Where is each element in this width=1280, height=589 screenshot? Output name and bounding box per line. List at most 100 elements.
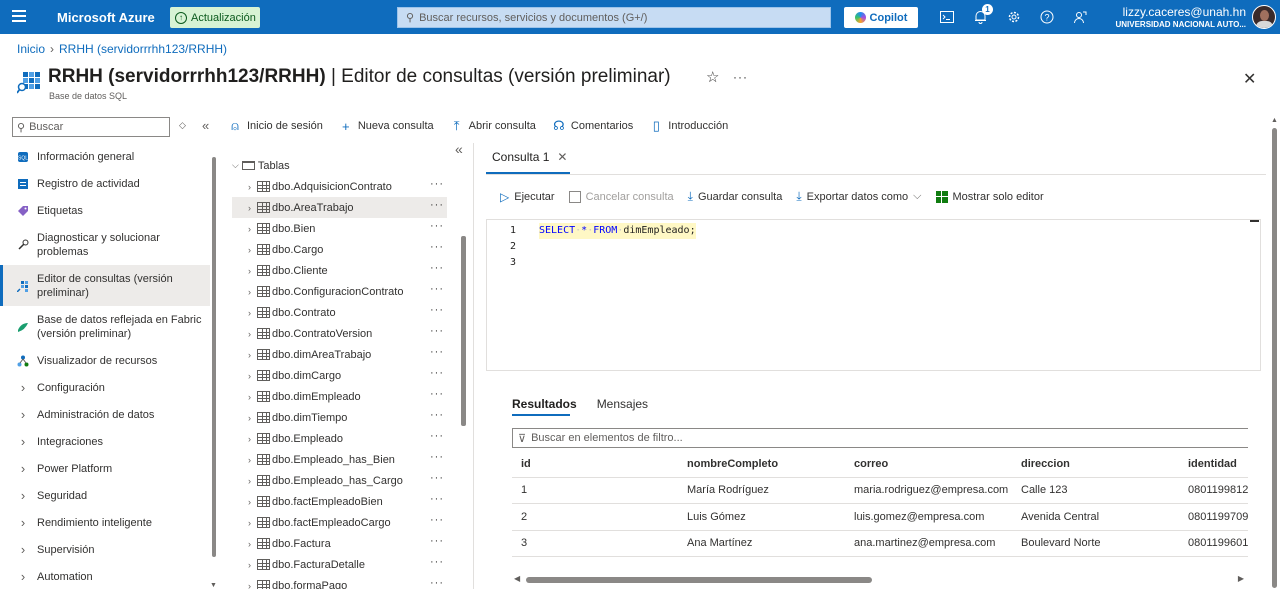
favorite-star-icon[interactable]: ☆	[706, 68, 719, 86]
table-cell[interactable]: Boulevard Norte	[1012, 530, 1179, 557]
chevron-right-icon[interactable]: ›	[248, 476, 257, 486]
chevron-right-icon[interactable]: ›	[248, 518, 257, 528]
sidebar-item[interactable]: Etiquetas	[0, 197, 210, 224]
login-button[interactable]: ⍝ Inicio de sesión	[228, 118, 323, 134]
tree-node-table[interactable]: › dbo.Cargo ···	[232, 239, 447, 260]
sidebar-item[interactable]: › Power Platform	[0, 455, 210, 482]
table-cell[interactable]: luis.gomez@empresa.com	[845, 503, 1012, 531]
more-options-icon[interactable]: ···	[430, 452, 444, 463]
table-cell[interactable]: Luis Gómez	[678, 503, 845, 531]
avatar[interactable]	[1252, 5, 1276, 29]
tree-node-table[interactable]: › dbo.factEmpleadoCargo ···	[232, 512, 447, 533]
tree-node-table[interactable]: › dbo.ContratoVersion ···	[232, 323, 447, 344]
more-options-icon[interactable]: ···	[430, 326, 444, 337]
tree-node-table[interactable]: › dbo.Empleado_has_Cargo ···	[232, 470, 447, 491]
more-options-icon[interactable]: ···	[430, 515, 444, 526]
chevron-right-icon[interactable]: ›	[248, 581, 257, 589]
column-header[interactable]: nombreCompleto	[678, 452, 845, 478]
tree-node-table[interactable]: › dbo.factEmpleadoBien ···	[232, 491, 447, 512]
update-button[interactable]: ↑ Actualización	[170, 7, 260, 28]
more-options-icon[interactable]: ···	[430, 368, 444, 379]
tree-node-table[interactable]: › dbo.dimAreaTrabajo ···	[232, 344, 447, 365]
more-options-icon[interactable]: ···	[430, 494, 444, 505]
column-header[interactable]: correo	[845, 452, 1012, 478]
run-button[interactable]: ▷ Ejecutar	[500, 190, 555, 204]
chevron-right-icon[interactable]: ›	[248, 182, 257, 192]
sidebar-item[interactable]: Registro de actividad	[0, 170, 210, 197]
close-icon[interactable]: ✕	[1243, 69, 1256, 89]
pane-divider[interactable]	[473, 143, 474, 589]
chevron-right-icon[interactable]: ›	[248, 245, 257, 255]
table-cell[interactable]: Avenida Central	[1012, 503, 1179, 531]
table-cell[interactable]: 08011998123	[1179, 477, 1248, 504]
copilot-button[interactable]: Copilot	[844, 7, 918, 28]
table-cell[interactable]: Ana Martínez	[678, 530, 845, 557]
tree-node-table[interactable]: › dbo.Empleado ···	[232, 428, 447, 449]
editor-only-button[interactable]: Mostrar solo editor	[935, 190, 1044, 203]
table-row[interactable]: 2 Luis Gómez luis.gomez@empresa.com Avenida…	[512, 503, 1248, 531]
feedback-person-icon[interactable]	[1072, 9, 1088, 25]
help-icon[interactable]: ?	[1039, 9, 1055, 25]
tree-node-table[interactable]: › dbo.formaPago ···	[232, 575, 447, 589]
tab-query-1[interactable]: Consulta 1 ✕	[492, 150, 567, 164]
table-cell[interactable]: María Rodríguez	[678, 477, 845, 504]
export-data-dropdown[interactable]: ⤓ Exportar datos como ⌵	[796, 189, 921, 204]
column-header[interactable]: id	[512, 452, 678, 478]
sidebar-item[interactable]: › Rendimiento inteligente	[0, 509, 210, 536]
more-options-icon[interactable]: ···	[733, 70, 748, 84]
tree-node-table[interactable]: › dbo.dimCargo ···	[232, 365, 447, 386]
collapse-sidebar-icon[interactable]: «	[202, 118, 209, 133]
tree-node-table[interactable]: › dbo.Factura ···	[232, 533, 447, 554]
more-options-icon[interactable]: ···	[430, 557, 444, 568]
chevron-right-icon[interactable]: ›	[248, 371, 257, 381]
breadcrumb-home-link[interactable]: Inicio	[17, 42, 45, 56]
chevron-right-icon[interactable]: ›	[248, 539, 257, 549]
save-query-button[interactable]: ⤓ Guardar consulta	[688, 189, 783, 204]
tree-node-table[interactable]: › dbo.Cliente ···	[232, 260, 447, 281]
more-options-icon[interactable]: ···	[430, 221, 444, 232]
more-options-icon[interactable]: ···	[430, 410, 444, 421]
chevron-right-icon[interactable]: ›	[248, 560, 257, 570]
sidebar-item[interactable]: Visualizador de recursos	[0, 347, 210, 374]
sidebar-item[interactable]: › Administración de datos	[0, 401, 210, 428]
more-options-icon[interactable]: ···	[430, 536, 444, 547]
sql-code-line[interactable]: SELECT·*·FROM·dimEmpleado;	[539, 223, 696, 239]
chevron-right-icon[interactable]: ›	[248, 308, 257, 318]
table-cell[interactable]: ana.martinez@empresa.com	[845, 530, 1012, 557]
chevron-right-icon[interactable]: ›	[248, 497, 257, 507]
more-options-icon[interactable]: ···	[430, 431, 444, 442]
open-query-button[interactable]: ⤒ Abrir consulta	[450, 118, 536, 134]
cloud-shell-icon[interactable]	[939, 9, 955, 25]
more-options-icon[interactable]: ···	[430, 242, 444, 253]
collapse-explorer-icon[interactable]: «	[455, 141, 463, 157]
more-options-icon[interactable]: ···	[430, 347, 444, 358]
more-options-icon[interactable]: ···	[430, 284, 444, 295]
tree-node-table[interactable]: › dbo.Empleado_has_Bien ···	[232, 449, 447, 470]
feedback-button[interactable]: ☊ Comentarios	[552, 118, 633, 134]
close-tab-icon[interactable]: ✕	[557, 150, 567, 164]
tree-node-table[interactable]: › dbo.Contrato ···	[232, 302, 447, 323]
tree-node-table[interactable]: › dbo.dimTiempo ···	[232, 407, 447, 428]
more-options-icon[interactable]: ···	[430, 389, 444, 400]
chevron-right-icon[interactable]: ›	[248, 287, 257, 297]
tree-node-table[interactable]: › dbo.dimEmpleado ···	[232, 386, 447, 407]
sidebar-item[interactable]: › Integraciones	[0, 428, 210, 455]
table-cell[interactable]: 08011997098	[1179, 503, 1248, 531]
settings-gear-icon[interactable]	[1006, 9, 1022, 25]
user-account[interactable]: lizzy.caceres@unah.hn UNIVERSIDAD NACION…	[1115, 6, 1246, 30]
chevron-right-icon[interactable]: ›	[248, 203, 257, 213]
expand-collapse-icon[interactable]: ◇	[179, 120, 186, 131]
scroll-left-icon[interactable]: ◀	[514, 574, 520, 583]
intro-button[interactable]: ▯ Introducción	[649, 118, 729, 134]
table-cell[interactable]: 2	[512, 503, 678, 531]
column-header[interactable]: identidad	[1179, 452, 1248, 478]
chevron-right-icon[interactable]: ›	[248, 413, 257, 423]
sidebar-item[interactable]: Diagnosticar y solucionar problemas	[0, 224, 210, 265]
table-cell[interactable]: 3	[512, 530, 678, 557]
sidebar-item[interactable]: › Automation	[0, 563, 210, 589]
chevron-right-icon[interactable]: ›	[248, 266, 257, 276]
main-vertical-scrollbar[interactable]: ▲	[1270, 117, 1278, 589]
results-horizontal-scrollbar[interactable]: ◀ ▶	[512, 574, 1248, 584]
more-options-icon[interactable]: ···	[430, 305, 444, 316]
tree-node-table[interactable]: › dbo.Bien ···	[232, 218, 447, 239]
